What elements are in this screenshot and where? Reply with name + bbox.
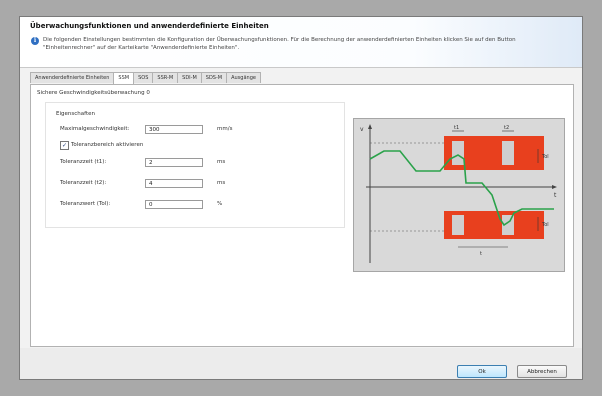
tab-anwenderdefinierte-einheiten[interactable]: Anwenderdefinierte Einheiten — [30, 72, 115, 83]
t1-window-upper — [452, 141, 464, 165]
tolerance-value-row: Toleranzwert (Tol): % — [60, 200, 320, 210]
dialog-title: Überwachungsfunktionen und anwenderdefin… — [30, 22, 269, 30]
properties-group: Eigenschaften Maximalgeschwindigkeit: mm… — [45, 102, 345, 228]
v-axis-label: v — [360, 126, 364, 133]
ok-button[interactable]: Ok — [457, 365, 507, 378]
max-speed-label: Maximalgeschwindigkeit: — [60, 126, 130, 132]
tolerance-time-1-label: Toleranzzeit (t1): — [60, 159, 107, 165]
dialog-header: Überwachungsfunktionen und anwenderdefin… — [20, 17, 582, 68]
tolerance-diagram: v t t1 t2 Tol Tol t — [353, 118, 565, 272]
tab-sdi-m[interactable]: SDI-M — [177, 72, 202, 83]
t-interval-label: t — [480, 251, 482, 257]
tolerance-time-2-label: Toleranzzeit (t2): — [60, 180, 107, 186]
t2-window-upper — [502, 141, 514, 165]
tolerance-checkbox-row[interactable]: ✓ Toleranzbereich aktivieren — [60, 141, 260, 151]
tol-label-upper: Tol — [541, 154, 549, 160]
tolerance-checkbox-label: Toleranzbereich aktivieren — [71, 142, 144, 148]
tab-ssm[interactable]: SSM — [113, 72, 135, 84]
tolerance-time-2-unit: ms — [217, 180, 226, 186]
dialog-description: Die folgenden Einstellungen bestimmten d… — [43, 37, 516, 51]
tolerance-time-2-row: Toleranzzeit (t2): ms — [60, 179, 320, 189]
max-speed-input[interactable] — [145, 125, 203, 134]
tolerance-time-2-input[interactable] — [145, 179, 203, 188]
tolerance-value-label: Toleranzwert (Tol): — [60, 201, 111, 207]
tab-ssr-m[interactable]: SSR-M — [152, 72, 179, 83]
t1-label: t1 — [454, 125, 459, 131]
t1-window-lower — [452, 215, 464, 235]
tol-label-lower: Tol — [541, 222, 549, 228]
tab-sos[interactable]: SOS — [133, 72, 154, 83]
tab-ausgaenge[interactable]: Ausgänge — [226, 72, 261, 83]
tolerance-diagram-svg: v t t1 t2 Tol Tol t — [360, 124, 557, 263]
cancel-button[interactable]: Abbrechen — [517, 365, 567, 378]
t2-label: t2 — [504, 125, 509, 131]
tab-bar: Anwenderdefinierte Einheiten SSM SOS SSR… — [30, 72, 261, 84]
tolerance-time-1-input[interactable] — [145, 158, 203, 167]
max-speed-unit: mm/s — [217, 126, 233, 132]
tab-panel-ssm: Sichere Geschwindigkeitsüberwachung 0 Ei… — [30, 84, 574, 347]
tolerance-value-unit: % — [217, 201, 223, 207]
tolerance-time-1-row: Toleranzzeit (t1): ms — [60, 158, 320, 168]
info-icon: i — [31, 37, 39, 45]
v-axis-arrow — [368, 124, 372, 129]
t-axis-arrow — [552, 185, 557, 189]
max-speed-row: Maximalgeschwindigkeit: mm/s — [60, 125, 320, 135]
tab-sds-m[interactable]: SDS-M — [200, 72, 228, 83]
tolerance-value-input[interactable] — [145, 200, 203, 209]
properties-title: Eigenschaften — [56, 111, 95, 117]
t-axis-label: t — [554, 192, 557, 199]
tolerance-checkbox[interactable]: ✓ — [60, 141, 69, 150]
section-title: Sichere Geschwindigkeitsüberwachung 0 — [37, 90, 150, 96]
dialog-footer: Ok Abbrechen — [20, 348, 582, 379]
tolerance-time-1-unit: ms — [217, 159, 226, 165]
dialog-window: Überwachungsfunktionen und anwenderdefin… — [19, 16, 583, 380]
